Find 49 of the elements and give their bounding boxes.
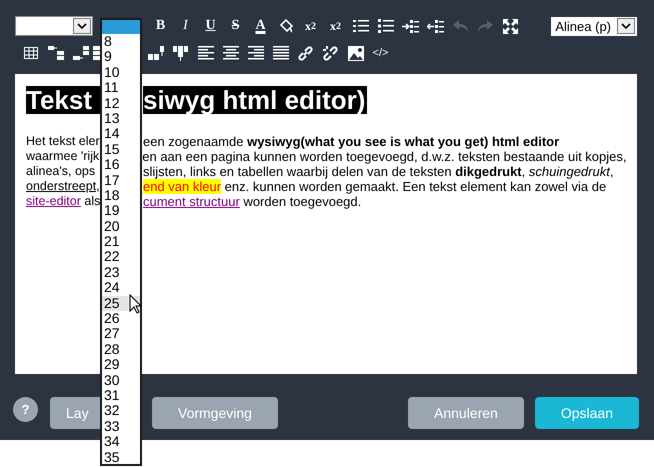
paragraph-text: waarmee 'rijk [26, 149, 100, 164]
list-option[interactable]: 16 [102, 157, 140, 173]
list-option[interactable]: 24 [102, 280, 140, 296]
list-option[interactable]: 9 [102, 49, 140, 65]
list-option[interactable]: 10 [102, 64, 140, 80]
list-option[interactable]: 28 [102, 342, 140, 358]
list-option[interactable]: 26 [102, 311, 140, 326]
strikethrough-button[interactable]: S [223, 16, 248, 36]
list-option[interactable]: 13 [102, 110, 140, 126]
list-option[interactable]: 27 [102, 326, 140, 342]
list-option[interactable]: 34 [102, 434, 140, 450]
code-view-button[interactable]: </> [368, 43, 393, 63]
paragraph-text: een zogenaamde wysiwyg(what you see is what you get) html editor [143, 134, 560, 149]
font-size-dropdown-menu[interactable]: 8 9 10 11 12 13 14 15 16 17 18 19 20 21 22 23 24 25 26 27 28 29 30 31 32 33 34 35 [100, 18, 142, 466]
list-option[interactable]: 35 [102, 450, 140, 465]
paragraph-text: slijsten, links en tabellen waarbij delen van de teksten dikgedrukt, schuingedrukt, [143, 164, 614, 179]
list-option[interactable]: 32 [102, 403, 140, 419]
list-option[interactable]: 14 [102, 126, 140, 142]
paragraph-text: alinea's, ops [26, 164, 96, 179]
list-option[interactable]: 21 [102, 234, 140, 250]
list-option[interactable]: 31 [102, 388, 140, 404]
paragraph-text: Het tekst eler [26, 134, 100, 149]
text-color-button[interactable]: A [248, 16, 273, 36]
list-option[interactable]: 20 [102, 218, 140, 234]
paragraph-text: als [83, 194, 100, 208]
list-option[interactable]: 23 [102, 264, 140, 280]
list-option[interactable]: 12 [102, 96, 140, 111]
paragraph-text: worden toegevoegd. [242, 194, 362, 209]
list-option[interactable]: 15 [102, 142, 140, 158]
bold-button[interactable]: B [148, 16, 173, 36]
heading-text: siwyg html editor) [143, 86, 368, 114]
list-option[interactable]: 19 [102, 203, 140, 219]
list-option[interactable]: 33 [102, 418, 140, 434]
list-option[interactable]: 22 [102, 249, 140, 265]
paragraph-text: end van kleur enz. kunnen worden gemaakt. Een tekst element kan zowel via de [143, 179, 606, 194]
list-option[interactable]: 30 [102, 372, 140, 388]
list-option[interactable]: 8 [102, 34, 140, 50]
italic-button[interactable]: I [173, 16, 198, 36]
paragraph-text: onderstreept, [26, 179, 100, 194]
heading-text: Tekst [26, 86, 100, 114]
block-format-select[interactable]: Alinea (p) [551, 16, 637, 36]
list-option[interactable]: 17 [102, 172, 140, 188]
list-option[interactable]: 29 [102, 357, 140, 373]
paragraph-text: en aan een pagina kunnen worden toegevoegd, d.w.z. teksten bestaande uit kopjes, [142, 149, 626, 164]
underline-button[interactable]: U [198, 16, 223, 36]
list-option[interactable]: 18 [102, 188, 140, 204]
link[interactable]: cument structuur [143, 194, 240, 209]
list-option[interactable]: 11 [102, 80, 140, 96]
link[interactable]: site-editor [26, 194, 81, 208]
